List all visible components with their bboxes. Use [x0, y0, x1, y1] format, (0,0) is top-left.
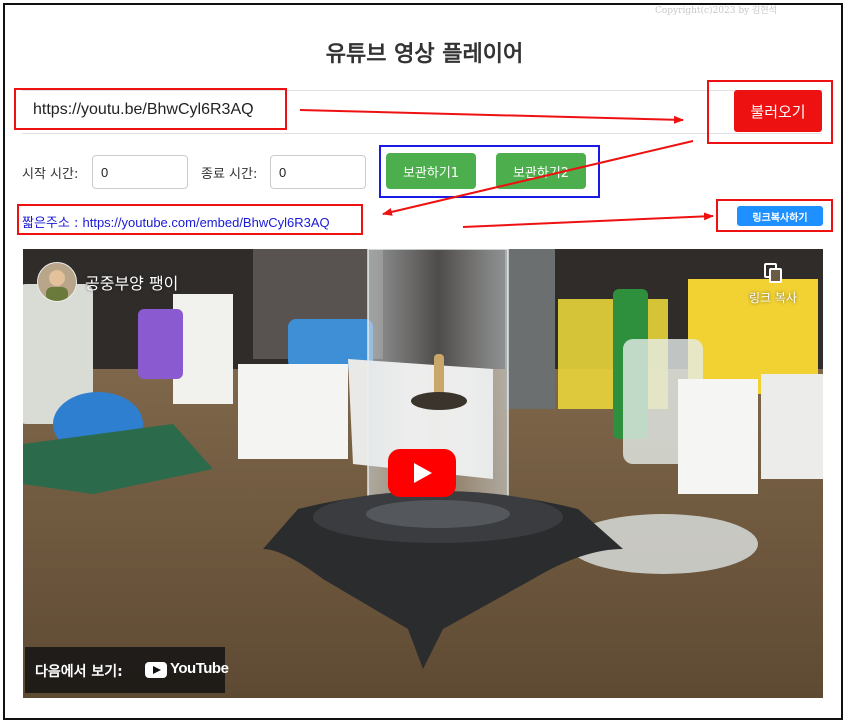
- copy-icon: [764, 263, 782, 283]
- channel-name[interactable]: 공중부양 팽이: [85, 270, 178, 294]
- copy-link-control[interactable]: 링크 복사: [735, 263, 811, 306]
- play-button[interactable]: [388, 449, 456, 497]
- youtube-logo-text: YouTube: [170, 660, 229, 677]
- watch-on-label: 다음에서 보기:: [35, 664, 123, 680]
- arrow-url-to-load: [299, 109, 684, 124]
- copy-link-label: 링크 복사: [749, 291, 797, 305]
- arrow-load-to-short-url: [382, 140, 694, 216]
- arrow-to-copy-button: [462, 212, 714, 228]
- video-player[interactable]: 공중부양 팽이 링크 복사 다음에서 보기: YouTube: [23, 249, 823, 698]
- watch-on-youtube[interactable]: 다음에서 보기: YouTube: [25, 647, 229, 693]
- channel-avatar[interactable]: [37, 262, 77, 302]
- avatar-photo: [38, 263, 76, 301]
